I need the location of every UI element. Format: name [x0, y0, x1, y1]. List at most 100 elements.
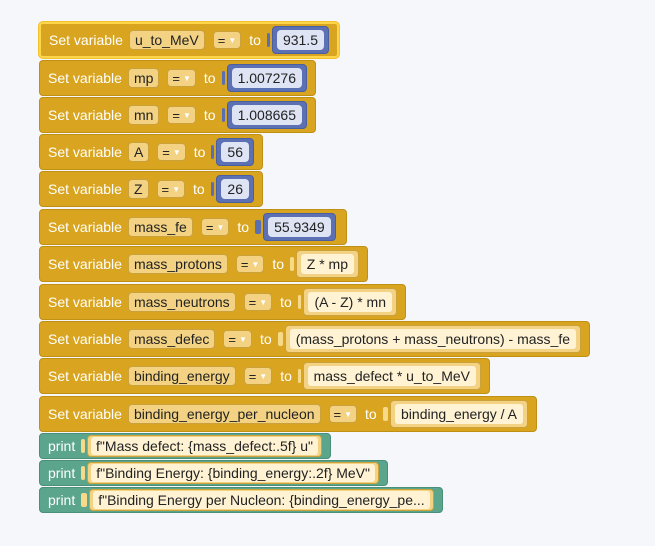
input-socket: [255, 220, 262, 234]
number-block[interactable]: 1.008665: [226, 101, 307, 129]
text-value-field[interactable]: f"Mass defect: {mass_defect:.5f} u": [91, 437, 318, 455]
variable-name-field[interactable]: u_to_MeV: [128, 30, 205, 50]
number-block[interactable]: 931.5: [271, 26, 329, 54]
operator-dropdown[interactable]: = ▼: [156, 180, 186, 198]
set-variable-label: Set variable: [48, 107, 122, 123]
expression-block[interactable]: Z * mp: [295, 250, 359, 278]
number-value-field[interactable]: 1.007276: [231, 68, 302, 88]
print-block[interactable]: print f"Binding Energy per Nucleon: {bin…: [39, 487, 443, 513]
number-block[interactable]: 56: [216, 138, 254, 166]
set-variable-block[interactable]: Set variable mn = ▼ to 1.008665: [39, 97, 316, 133]
text-block[interactable]: f"Binding Energy per Nucleon: {binding_e…: [89, 489, 434, 511]
operator-label: =: [172, 107, 180, 123]
set-variable-label: Set variable: [48, 294, 122, 310]
operator-dropdown[interactable]: = ▼: [243, 367, 273, 385]
set-variable-block[interactable]: Set variable u_to_MeV = ▼ to 931.5: [39, 22, 339, 58]
set-variable-block[interactable]: Set variable mass_protons = ▼ to Z * mp: [39, 246, 368, 282]
set-variable-block[interactable]: Set variable binding_energy_per_nucleon …: [39, 396, 537, 432]
set-variable-label: Set variable: [48, 181, 122, 197]
set-variable-label: Set variable: [48, 368, 122, 384]
operator-label: =: [161, 181, 170, 197]
variable-name-field[interactable]: mn: [127, 105, 160, 125]
set-variable-label: Set variable: [48, 256, 122, 272]
set-variable-block[interactable]: Set variable mass_fe = ▼ to 55.9349: [39, 209, 347, 245]
print-label: print: [48, 465, 76, 481]
input-socket: [297, 369, 301, 383]
set-variable-label: Set variable: [48, 70, 122, 86]
operator-label: =: [217, 32, 226, 48]
input-socket: [81, 466, 86, 480]
input-socket: [290, 257, 294, 271]
text-value-field[interactable]: f"Binding Energy per Nucleon: {binding_e…: [93, 491, 430, 509]
variable-name-field[interactable]: Z: [127, 179, 149, 199]
set-variable-block[interactable]: Set variable binding_energy = ▼ to mass_d…: [39, 358, 490, 394]
expression-block[interactable]: (mass_protons + mass_neutrons) - mass_fe: [284, 325, 581, 353]
text-block[interactable]: f"Binding Energy: {binding_energy:.2f} M…: [87, 462, 379, 484]
expression-block[interactable]: (A - Z) * mn: [303, 288, 397, 316]
set-variable-block[interactable]: Set variable A = ▼ to 56: [39, 134, 263, 170]
variable-name-field[interactable]: mp: [127, 68, 160, 88]
set-variable-block[interactable]: Set variable Z = ▼ to 26: [39, 171, 263, 207]
number-block[interactable]: 1.007276: [226, 64, 307, 92]
input-socket: [81, 439, 86, 453]
print-label: print: [48, 492, 76, 508]
set-variable-block[interactable]: Set variable mass_defec = ▼ to (mass_prot…: [39, 321, 590, 357]
input-socket: [210, 182, 215, 196]
to-label: to: [280, 368, 292, 384]
triangle-down-icon: ▼: [344, 409, 353, 419]
set-variable-label: Set variable: [48, 406, 122, 422]
to-label: to: [272, 256, 285, 272]
to-label: to: [193, 181, 205, 197]
variable-name-field[interactable]: mass_protons: [127, 254, 228, 274]
text-value-field[interactable]: f"Binding Energy: {binding_energy:.2f} M…: [91, 464, 375, 482]
expression-block[interactable]: binding_energy / A: [390, 400, 528, 428]
number-value-field[interactable]: 1.008665: [231, 105, 302, 125]
expression-field[interactable]: Z * mp: [300, 254, 354, 274]
operator-dropdown[interactable]: = ▼: [200, 218, 230, 236]
text-block[interactable]: f"Mass defect: {mass_defect:.5f} u": [87, 435, 322, 457]
operator-label: =: [228, 331, 237, 347]
operator-dropdown[interactable]: = ▼: [167, 106, 196, 124]
expression-field[interactable]: (A - Z) * mn: [308, 292, 392, 312]
print-block[interactable]: print f"Binding Energy: {binding_energy:…: [39, 460, 388, 486]
print-block[interactable]: print f"Mass defect: {mass_defect:.5f} u…: [39, 433, 331, 459]
variable-name-field[interactable]: mass_fe: [127, 217, 193, 237]
operator-dropdown[interactable]: = ▼: [212, 31, 242, 49]
expression-field[interactable]: (mass_protons + mass_neutrons) - mass_fe: [289, 329, 576, 349]
variable-name-field[interactable]: binding_energy: [127, 366, 236, 386]
operator-dropdown[interactable]: = ▼: [243, 293, 273, 311]
variable-name-field[interactable]: binding_energy_per_nucleon: [127, 404, 321, 424]
triangle-down-icon: ▼: [239, 334, 247, 344]
operator-label: =: [240, 256, 249, 272]
number-value-field[interactable]: 931.5: [276, 30, 324, 50]
operator-dropdown[interactable]: = ▼: [157, 143, 186, 161]
set-variable-block[interactable]: Set variable mp = ▼ to 1.007276: [39, 60, 316, 96]
operator-label: =: [205, 219, 214, 235]
operator-dropdown[interactable]: = ▼: [223, 330, 252, 348]
expression-field[interactable]: mass_defect * u_to_MeV: [307, 366, 476, 386]
number-value-field[interactable]: 55.9349: [268, 217, 331, 237]
to-label: to: [280, 294, 292, 310]
number-block[interactable]: 26: [216, 175, 254, 203]
operator-label: =: [162, 144, 170, 160]
operator-dropdown[interactable]: = ▼: [235, 255, 265, 273]
number-value-field[interactable]: 26: [221, 179, 249, 199]
variable-name-field[interactable]: mass_defec: [127, 329, 216, 349]
operator-dropdown[interactable]: = ▼: [328, 405, 358, 423]
set-variable-block[interactable]: Set variable mass_neutrons = ▼ to (A - Z)…: [39, 284, 406, 320]
block-workspace[interactable]: Set variable u_to_MeV = ▼ to 931.5 Set va…: [0, 0, 655, 546]
variable-name-field[interactable]: mass_neutrons: [127, 292, 236, 312]
to-label: to: [203, 70, 216, 86]
operator-label: =: [248, 368, 257, 384]
variable-name-field[interactable]: A: [127, 142, 150, 162]
expression-block[interactable]: mass_defect * u_to_MeV: [302, 362, 481, 390]
operator-label: =: [333, 406, 342, 422]
input-socket: [382, 407, 389, 421]
input-socket: [81, 493, 88, 507]
expression-field[interactable]: binding_energy / A: [395, 404, 523, 424]
number-value-field[interactable]: 56: [221, 142, 249, 162]
operator-dropdown[interactable]: = ▼: [167, 69, 196, 87]
triangle-down-icon: ▼: [216, 222, 225, 232]
to-label: to: [193, 144, 206, 160]
number-block[interactable]: 55.9349: [263, 213, 336, 241]
